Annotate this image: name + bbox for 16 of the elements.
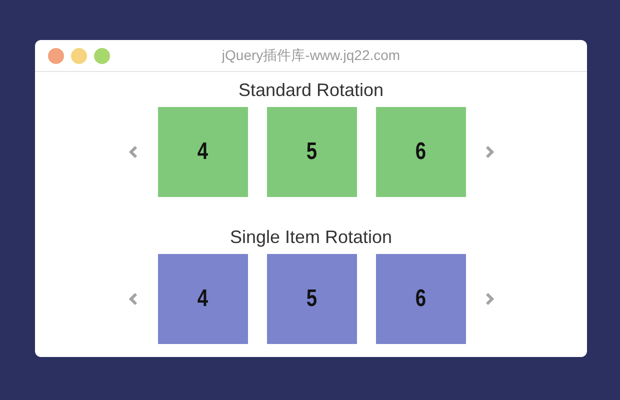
next-icon[interactable]: [484, 292, 494, 306]
carousel-title: Standard Rotation: [238, 79, 384, 102]
slide-number: 6: [415, 137, 426, 167]
next-icon[interactable]: [484, 145, 494, 159]
previous-icon[interactable]: [128, 145, 138, 159]
window-title: jQuery插件库-www.jq22.com: [222, 46, 400, 65]
close-button[interactable]: [48, 48, 64, 64]
maximize-button[interactable]: [94, 48, 110, 64]
minimize-button[interactable]: [71, 48, 87, 64]
previous-icon[interactable]: [128, 292, 138, 306]
slide-number: 4: [197, 137, 208, 167]
carousel-title: Single Item Rotation: [230, 226, 392, 249]
slide-number: 4: [197, 284, 208, 314]
slide-number: 5: [306, 137, 317, 167]
slide-number: 6: [415, 284, 426, 314]
slide-number: 5: [306, 284, 317, 314]
